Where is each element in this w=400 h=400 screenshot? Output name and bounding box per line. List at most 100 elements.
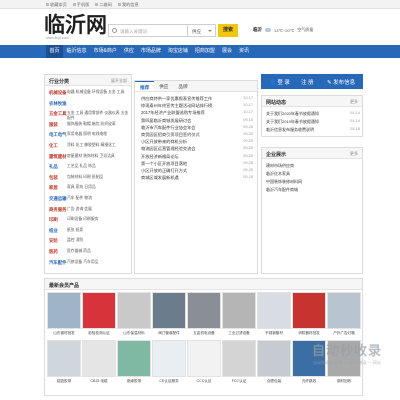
expand-all-link[interactable]: 展开全部 bbox=[111, 78, 127, 84]
search-scope-select[interactable]: 供应 bbox=[188, 24, 216, 37]
product-caption[interactable]: 消防器材批发 bbox=[292, 331, 326, 336]
topbar-item-my-info[interactable]: 我的信息 bbox=[117, 2, 139, 8]
nav-item-home[interactable]: 首页 bbox=[46, 45, 64, 58]
tab-supply[interactable]: 供应 bbox=[154, 81, 173, 91]
news-item[interactable]: 惊现泰州年终宣传主题活动网站排行榜 10-17 bbox=[141, 103, 253, 109]
category-name[interactable]: 建筑建材 bbox=[49, 154, 67, 160]
nav-item-expo[interactable]: 展会 bbox=[218, 45, 235, 58]
category-subs[interactable]: 电器 机械设备 环保设备 五金 工具 bbox=[67, 90, 131, 96]
news-item[interactable]: 商贸园区招商引资项目签约仪式 09-25 bbox=[141, 132, 253, 138]
notice-title[interactable]: 关于我们2019年春节放假通知 bbox=[266, 119, 344, 125]
register-button[interactable]: 注 册 bbox=[301, 78, 314, 86]
category-name[interactable]: 电工电气 bbox=[49, 132, 67, 138]
nav-item-taobao[interactable]: 淘宝店铺 bbox=[164, 45, 191, 58]
news-title[interactable]: 临沂市汽车配件行业协会年会 bbox=[141, 125, 259, 131]
product-card[interactable]: 山东钢材批发 bbox=[47, 292, 81, 336]
category-name[interactable]: 纸业 bbox=[49, 228, 67, 234]
product-card[interactable]: CE认证服务 bbox=[152, 340, 186, 384]
category-subs[interactable]: 包装材料 印刷 纸制品 bbox=[67, 175, 131, 181]
company-item[interactable]: 临沂汽车配件商城 bbox=[266, 187, 360, 193]
product-caption[interactable]: 绝缘胶带 bbox=[117, 379, 151, 384]
tab-brand[interactable]: 品牌 bbox=[173, 81, 192, 91]
product-caption[interactable]: 五金机电设备 bbox=[187, 331, 221, 336]
category-name[interactable]: 服装 bbox=[49, 122, 67, 128]
product-image[interactable] bbox=[117, 340, 151, 377]
product-caption[interactable]: CE认证服务 bbox=[152, 379, 186, 384]
product-image[interactable] bbox=[47, 340, 81, 377]
news-item[interactable]: 2017年经济产业联盟选购专场推荐 10-17 bbox=[141, 110, 253, 116]
product-image[interactable] bbox=[257, 292, 291, 329]
category-name[interactable]: 化工 bbox=[49, 143, 67, 149]
company-name[interactable]: 中国装饰装修材料网 bbox=[266, 179, 344, 185]
product-caption[interactable]: 检验检测认证 bbox=[82, 331, 116, 336]
product-card[interactable]: 五金机电设备 bbox=[187, 292, 221, 336]
product-caption[interactable]: 户外广告灯箱 bbox=[327, 331, 361, 336]
news-title[interactable]: 开放经济新格局论坛 bbox=[141, 154, 259, 160]
news-title[interactable]: 小区开放带来的商机分析 bbox=[141, 139, 259, 145]
product-card[interactable]: CB15 电缆 bbox=[82, 340, 116, 384]
notice-item[interactable]: 关于我们2020年春节放假通知 01-14 bbox=[266, 111, 360, 117]
product-card[interactable]: 检验检测认证 bbox=[82, 292, 116, 336]
company-item[interactable]: 中国装饰装修材料网 bbox=[266, 179, 360, 185]
category-name[interactable]: 汽车配件 bbox=[49, 260, 67, 266]
category-subs[interactable]: 家用电器 照明 电线电缆 bbox=[67, 132, 131, 138]
news-title[interactable]: 商贸园区招商引资项目签约仪式 bbox=[141, 132, 259, 138]
news-title[interactable]: 2017年经济产业联盟选购专场推荐 bbox=[141, 110, 259, 116]
category-name[interactable]: 商务服务 bbox=[49, 207, 67, 213]
category-name[interactable]: 医药 bbox=[49, 249, 67, 255]
nav-item-market[interactable]: 市场&商户 bbox=[90, 45, 120, 58]
product-card[interactable]: 消防器材批发 bbox=[292, 292, 326, 336]
nav-item-brands[interactable]: 市场品牌 bbox=[137, 45, 164, 58]
category-name[interactable]: 机械设备 bbox=[49, 90, 67, 96]
category-subs[interactable]: 广告 咨询 会展 bbox=[67, 207, 131, 213]
product-image[interactable] bbox=[47, 292, 81, 329]
product-image[interactable] bbox=[292, 292, 326, 329]
news-title[interactable]: 物流园区运营管理经验交流会 bbox=[141, 146, 259, 152]
category-name[interactable]: 礼品 bbox=[49, 164, 67, 170]
news-title[interactable]: 第一个小区开放项目落地 bbox=[141, 161, 259, 167]
product-caption[interactable]: 工业过滤设备 bbox=[222, 331, 256, 336]
category-subs[interactable]: 纸张 纸浆 bbox=[67, 228, 131, 234]
product-card[interactable]: FCC认证 bbox=[222, 340, 256, 384]
category-name[interactable]: 家居 bbox=[49, 185, 67, 191]
topbar-item-mobile[interactable]: 手机版 bbox=[72, 2, 89, 8]
notice-item[interactable]: 临沂信息发布服务收费说明 03-18 bbox=[266, 127, 360, 133]
news-title[interactable]: 小区开放的正确打开方式 bbox=[141, 168, 259, 174]
category-name[interactable]: 安防 bbox=[49, 238, 67, 244]
product-caption[interactable]: 山东钢材批发 bbox=[47, 331, 81, 336]
category-subs[interactable]: 汽修设备 汽车用品 bbox=[67, 260, 131, 266]
company-name[interactable]: 临沂红木家具 bbox=[266, 171, 344, 177]
category-name[interactable]: 交通运输 bbox=[49, 196, 67, 202]
news-item[interactable]: 第四届临沂商城发展研讨会 09-15 bbox=[141, 118, 253, 124]
news-title[interactable]: 商城区域发展新机遇 bbox=[141, 175, 259, 181]
category-subs[interactable]: 工艺品 礼品 饰品 bbox=[67, 164, 131, 170]
product-image[interactable] bbox=[222, 292, 256, 329]
news-item[interactable]: 小区开放的正确打开方式 09-25 bbox=[141, 168, 253, 174]
company-item[interactable]: 建材市场供应商 bbox=[266, 163, 360, 169]
news-item[interactable]: 商城区域发展新机遇 09-25 bbox=[141, 175, 253, 181]
category-subs[interactable]: 服饰服装 鞋帽 箱包 纺织皮革 bbox=[67, 122, 131, 128]
product-caption[interactable]: 钢材回收 bbox=[327, 379, 361, 384]
product-card[interactable]: 绝缘胶带 bbox=[117, 340, 151, 384]
company-name[interactable]: 临沂汽车配件商城 bbox=[266, 187, 344, 193]
topbar-item-bookmark[interactable]: 收藏本页 bbox=[46, 2, 67, 8]
product-image[interactable] bbox=[82, 292, 116, 329]
product-image[interactable] bbox=[327, 292, 361, 329]
notice-title[interactable]: 关于我们2020年春节放假通知 bbox=[266, 111, 344, 117]
product-image[interactable] bbox=[82, 340, 116, 377]
news-title[interactable]: 惊现泰州年终宣传主题活动网站排行榜 bbox=[141, 103, 259, 109]
product-caption[interactable]: 合肥包装 bbox=[257, 379, 291, 384]
product-caption[interactable]: 山东保温材料 bbox=[117, 331, 151, 336]
product-card[interactable]: CCC认证 bbox=[187, 340, 221, 384]
nav-item-franchise[interactable]: 招商加盟 bbox=[191, 45, 218, 58]
site-notice-more-link[interactable]: 更多 bbox=[350, 99, 358, 105]
topbar-item-qrcode[interactable]: 二维码 bbox=[95, 2, 112, 8]
category-subs[interactable]: 房屋建材 装饰材料 卫浴洁具 bbox=[67, 154, 131, 160]
product-caption[interactable]: FCC认证 bbox=[222, 379, 256, 384]
product-card[interactable]: 铝箔胶带 bbox=[47, 340, 81, 384]
product-caption[interactable]: CCC认证 bbox=[187, 379, 221, 384]
product-image[interactable] bbox=[257, 340, 291, 377]
publish-button[interactable]: ✎ 发布信息 bbox=[327, 78, 355, 86]
category-name[interactable]: 包装 bbox=[49, 175, 67, 181]
news-item[interactable]: 开放经济新格局论坛 09-25 bbox=[141, 154, 253, 160]
